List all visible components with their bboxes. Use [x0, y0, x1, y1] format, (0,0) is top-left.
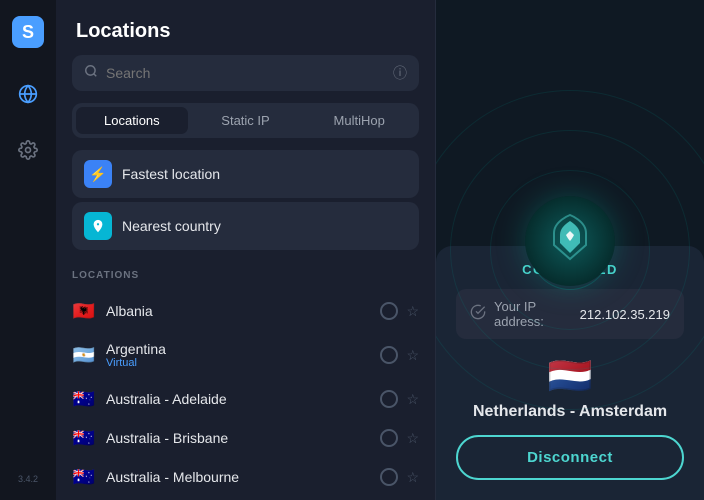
country-name-wrap-australia-melbourne: Australia - Melbourne	[106, 469, 380, 485]
country-item-argentina[interactable]: 🇦🇷 Argentina Virtual ☆	[60, 331, 431, 379]
quick-options: ⚡ Fastest location Nearest country	[72, 150, 419, 250]
country-name-australia-melbourne: Australia - Melbourne	[106, 469, 380, 485]
star-australia-melbourne[interactable]: ☆	[406, 469, 419, 486]
info-icon[interactable]: ⓘ	[393, 63, 407, 83]
vpn-logo-container	[525, 196, 615, 286]
country-actions-australia-adelaide: ☆	[380, 390, 419, 408]
flag-argentina: 🇦🇷	[72, 347, 96, 363]
fastest-location-label: Fastest location	[122, 166, 220, 182]
sidebar-item-globe[interactable]	[10, 76, 46, 112]
right-panel: CONNECTED Your IP address: 212.102.35.21…	[436, 0, 704, 500]
tab-locations[interactable]: Locations	[76, 107, 188, 134]
search-icon	[84, 64, 98, 83]
country-name-wrap-albania: Albania	[106, 303, 380, 319]
star-argentina[interactable]: ☆	[406, 347, 419, 364]
panel-title: Locations	[56, 0, 435, 55]
country-name-wrap-australia-brisbane: Australia - Brisbane	[106, 430, 380, 446]
country-actions-albania: ☆	[380, 302, 419, 320]
country-name-albania: Albania	[106, 303, 380, 319]
country-actions-australia-melbourne: ☆	[380, 468, 419, 486]
radio-australia-brisbane[interactable]	[380, 429, 398, 447]
tab-static-ip[interactable]: Static IP	[190, 107, 302, 134]
tabs-container: Locations Static IP MultiHop	[72, 103, 419, 138]
app-logo: S	[12, 16, 44, 48]
nearest-country-label: Nearest country	[122, 218, 221, 234]
star-albania[interactable]: ☆	[406, 303, 419, 320]
flag-australia-adelaide: 🇦🇺	[72, 391, 96, 407]
country-item-albania[interactable]: 🇦🇱 Albania ☆	[60, 292, 431, 330]
sidebar-item-settings[interactable]	[10, 132, 46, 168]
tab-multihop[interactable]: MultiHop	[303, 107, 415, 134]
country-item-australia-brisbane[interactable]: 🇦🇺 Australia - Brisbane ☆	[60, 419, 431, 457]
country-name-australia-adelaide: Australia - Adelaide	[106, 391, 380, 407]
nearest-icon	[84, 212, 112, 240]
country-actions-argentina: ☆	[380, 346, 419, 364]
search-input[interactable]	[106, 65, 385, 81]
vpn-logo-icon	[550, 213, 590, 270]
sidebar: S 3.4.2	[0, 0, 56, 500]
locations-section-header: LOCATIONS	[56, 258, 435, 291]
fastest-location-option[interactable]: ⚡ Fastest location	[72, 150, 419, 198]
star-australia-adelaide[interactable]: ☆	[406, 391, 419, 408]
country-item-australia-adelaide[interactable]: 🇦🇺 Australia - Adelaide ☆	[60, 380, 431, 418]
country-name-australia-brisbane: Australia - Brisbane	[106, 430, 380, 446]
flag-albania: 🇦🇱	[72, 303, 96, 319]
radio-albania[interactable]	[380, 302, 398, 320]
nearest-country-option[interactable]: Nearest country	[72, 202, 419, 250]
flag-australia-melbourne: 🇦🇺	[72, 469, 96, 485]
star-australia-brisbane[interactable]: ☆	[406, 430, 419, 447]
vpn-logo-bg	[525, 196, 615, 286]
radio-australia-adelaide[interactable]	[380, 390, 398, 408]
locations-section-label: LOCATIONS	[72, 270, 419, 281]
radio-australia-melbourne[interactable]	[380, 468, 398, 486]
flag-australia-brisbane: 🇦🇺	[72, 430, 96, 446]
app-version: 3.4.2	[18, 474, 38, 484]
radio-argentina[interactable]	[380, 346, 398, 364]
country-item-australia-melbourne[interactable]: 🇦🇺 Australia - Melbourne ☆	[60, 458, 431, 496]
left-panel: Locations ⓘ Locations Static IP MultiHop…	[56, 0, 436, 500]
lightning-icon: ⚡	[84, 160, 112, 188]
country-list: 🇦🇱 Albania ☆ 🇦🇷 Argentina Virtual ☆ 🇦🇺	[56, 291, 435, 500]
country-name-argentina: Argentina	[106, 341, 380, 357]
country-virtual-argentina: Virtual	[106, 357, 380, 369]
search-bar: ⓘ	[72, 55, 419, 91]
country-name-wrap-australia-adelaide: Australia - Adelaide	[106, 391, 380, 407]
country-actions-australia-brisbane: ☆	[380, 429, 419, 447]
country-name-wrap-argentina: Argentina Virtual	[106, 341, 380, 369]
